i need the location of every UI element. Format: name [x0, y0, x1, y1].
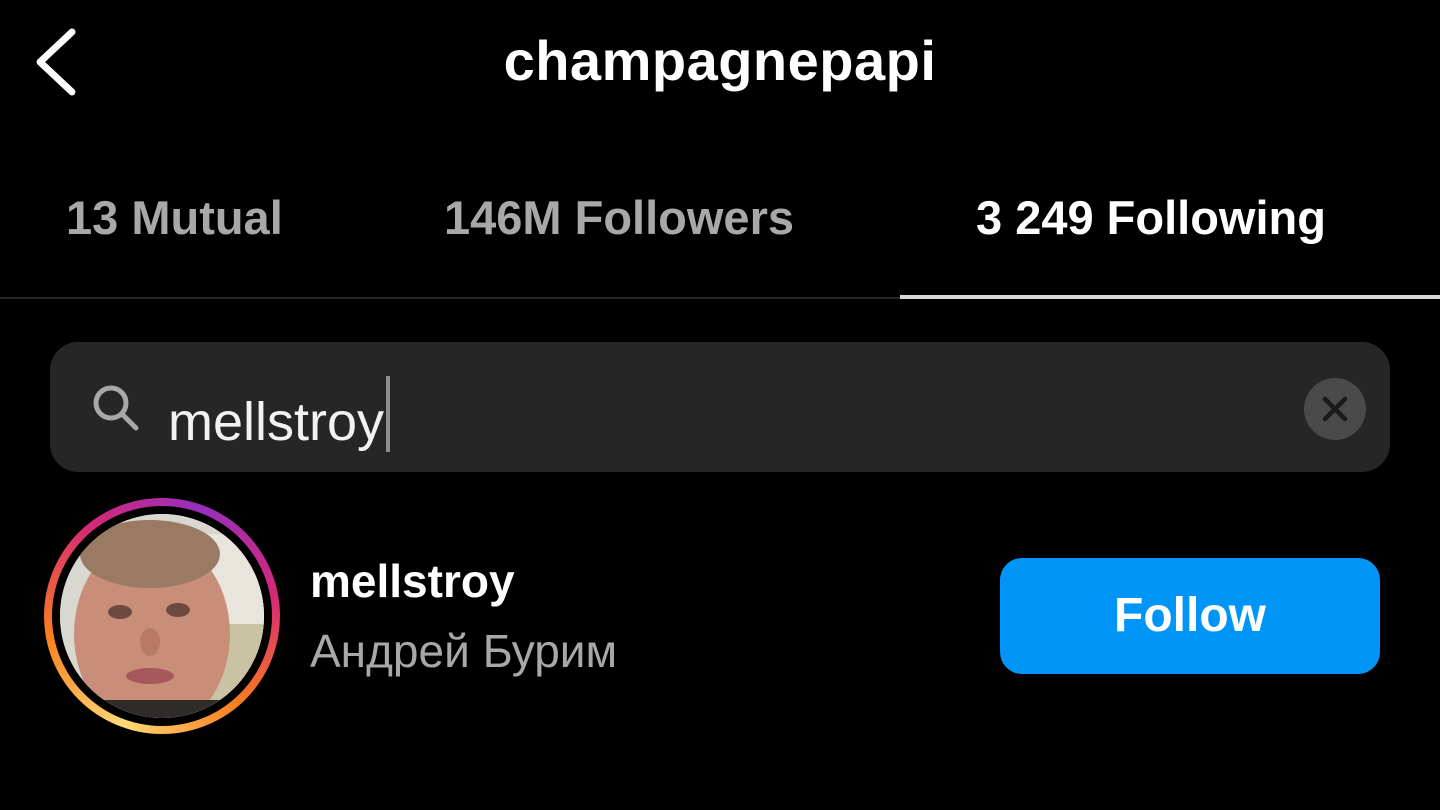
result-username[interactable]: mellstroy: [310, 554, 515, 608]
clear-x-icon: [1322, 396, 1348, 422]
result-full-name: Андрей Бурим: [310, 625, 618, 677]
search-icon: [93, 385, 139, 431]
list-item[interactable]: mellstroy Андрей Бурим Follow: [0, 490, 1440, 740]
follow-tabs: 13 Mutual 146M Followers 3 249 Following: [0, 170, 1440, 300]
story-ring[interactable]: [44, 498, 280, 734]
avatar-photo: [60, 514, 264, 718]
tab-following[interactable]: 3 249 Following: [976, 190, 1326, 245]
tab-mutual[interactable]: 13 Mutual: [66, 190, 283, 245]
avatar: [60, 514, 264, 718]
search-input-value: mellstroy: [168, 392, 385, 452]
active-tab-indicator: [900, 295, 1440, 299]
search-input[interactable]: mellstroy: [168, 376, 391, 453]
header-bar: champagnepapi: [0, 0, 1440, 130]
tab-followers[interactable]: 146M Followers: [444, 190, 794, 245]
text-caret: [386, 376, 391, 452]
follow-button[interactable]: Follow: [1000, 558, 1380, 674]
clear-search-button[interactable]: [1304, 378, 1366, 440]
page-title: champagnepapi: [503, 29, 937, 92]
search-bar[interactable]: mellstroy: [50, 342, 1390, 472]
